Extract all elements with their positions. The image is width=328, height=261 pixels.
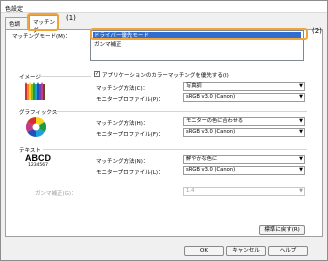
color-settings-dialog: 色設定 色調整 マッチング (1) マッチングモード(M)： ドライバー優先モー… — [0, 0, 328, 261]
ok-button[interactable]: OK — [184, 246, 224, 256]
chevron-down-icon: ▼ — [299, 156, 303, 162]
chevron-down-icon: ▼ — [299, 118, 303, 124]
chevron-down-icon: ▼ — [299, 188, 303, 194]
text-method-value: 鮮やかな色に — [186, 156, 218, 162]
app-priority-checkbox[interactable]: ✓ — [94, 71, 100, 77]
help-button[interactable]: ヘルプ — [268, 246, 308, 256]
chevron-down-icon: ▼ — [299, 94, 303, 100]
callout-2: (2) — [312, 27, 322, 35]
image-profile-value: sRGB v3.0 (Canon) — [186, 94, 236, 100]
tab-highlight — [27, 13, 59, 31]
image-profile-select[interactable]: sRGB v3.0 (Canon) ▼ — [183, 93, 305, 102]
graphics-method-value: モニターの色に合わせる — [186, 118, 244, 124]
mode-highlight — [90, 28, 308, 40]
graphics-method-select[interactable]: モニターの色に合わせる ▼ — [183, 117, 305, 126]
section-title-graphics: グラフィックス — [19, 110, 58, 116]
text-profile-value: sRGB v3.0 (Canon) — [186, 167, 236, 173]
callout-1: (1) — [66, 14, 76, 22]
gamma-label: ガンマ補正(G)： — [35, 191, 77, 197]
text-method-select[interactable]: 鮮やかな色に ▼ — [183, 155, 305, 164]
image-method-value: 写真調 — [186, 83, 202, 89]
gamma-value: 1.4 — [186, 188, 195, 194]
tab-color-adjustment[interactable]: 色調整 — [5, 17, 29, 36]
matching-mode-label: マッチングモード(M)： — [12, 34, 71, 40]
graphics-profile-label: モニタープロファイル(F)： — [96, 132, 164, 138]
window-title: 色設定 — [5, 6, 24, 13]
section-divider-image — [39, 76, 91, 77]
crayons-icon — [25, 82, 45, 100]
text-sample-main: ABCD — [25, 153, 51, 163]
image-profile-label: モニタープロファイル(P)： — [96, 97, 164, 103]
text-sample-icon: ABCD 1234567 — [23, 153, 53, 169]
cancel-button[interactable]: キャンセル — [226, 246, 266, 256]
graphics-method-label: マッチング方法(H)： — [96, 121, 149, 127]
chevron-down-icon: ▼ — [299, 129, 303, 135]
app-priority-label: アプリケーションのカラーマッチングを優先する(I) — [102, 73, 229, 79]
text-sample-sub: 1234567 — [27, 163, 49, 168]
image-method-select[interactable]: 写真調 ▼ — [183, 82, 305, 91]
image-method-label: マッチング方法(C)： — [96, 86, 149, 92]
section-divider-text — [43, 149, 307, 150]
text-method-label: マッチング方法(N)： — [96, 159, 149, 165]
color-wheel-icon — [26, 117, 46, 137]
restore-default-button[interactable]: 標準に戻す(R) — [259, 225, 305, 235]
section-divider-graphics — [49, 111, 307, 112]
text-profile-select[interactable]: sRGB v3.0 (Canon) ▼ — [183, 166, 305, 175]
text-profile-label: モニタープロファイル(L)： — [96, 170, 164, 176]
matching-mode-option-gamma[interactable]: ガンマ補正 — [93, 41, 301, 49]
graphics-profile-value: sRGB v3.0 (Canon) — [186, 129, 236, 135]
chevron-down-icon: ▼ — [299, 83, 303, 89]
title-bar: 色設定 — [1, 1, 327, 13]
gamma-select[interactable]: 1.4 ▼ — [183, 187, 305, 196]
graphics-profile-select[interactable]: sRGB v3.0 (Canon) ▼ — [183, 128, 305, 137]
chevron-down-icon: ▼ — [299, 167, 303, 173]
section-title-image: イメージ — [19, 75, 41, 81]
